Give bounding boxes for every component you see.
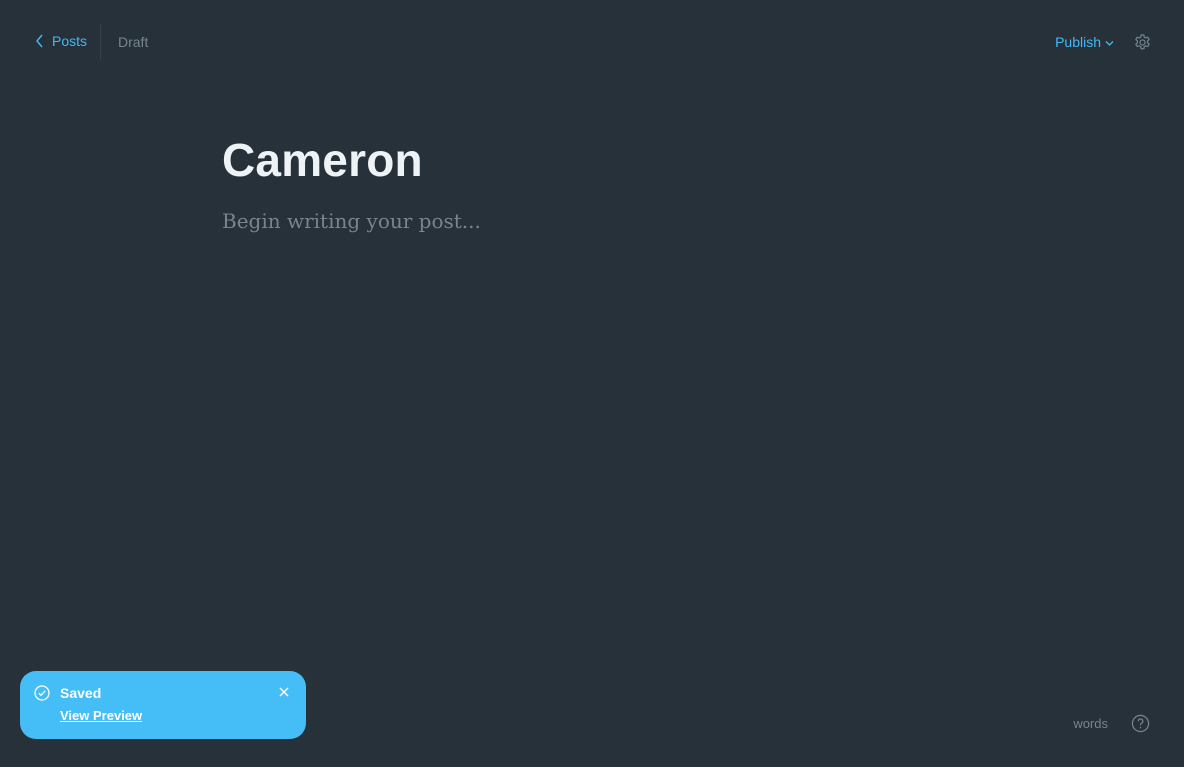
word-count: words [1073,716,1108,731]
editor-header: Posts Draft Publish [0,0,1184,84]
header-divider [100,24,101,61]
post-status: Draft [118,34,149,50]
post-title[interactable]: Cameron [222,128,962,192]
publish-label: Publish [1055,34,1101,50]
saved-toast: Saved View Preview [20,671,306,739]
toast-title: Saved [60,685,102,701]
view-preview-link[interactable]: View Preview [60,708,142,723]
post-editor: Cameron Begin writing your post... [222,128,962,234]
gear-icon[interactable] [1133,33,1152,52]
publish-button[interactable]: Publish [1055,34,1114,50]
post-body-input[interactable]: Begin writing your post... [222,208,962,234]
back-to-posts-link[interactable]: Posts [34,33,87,49]
check-circle-icon [34,685,50,701]
chevron-left-icon [36,34,43,48]
back-link-label: Posts [52,33,88,49]
chevron-down-icon [1105,40,1114,46]
close-icon[interactable] [278,686,290,698]
question-circle-icon[interactable] [1131,714,1150,733]
